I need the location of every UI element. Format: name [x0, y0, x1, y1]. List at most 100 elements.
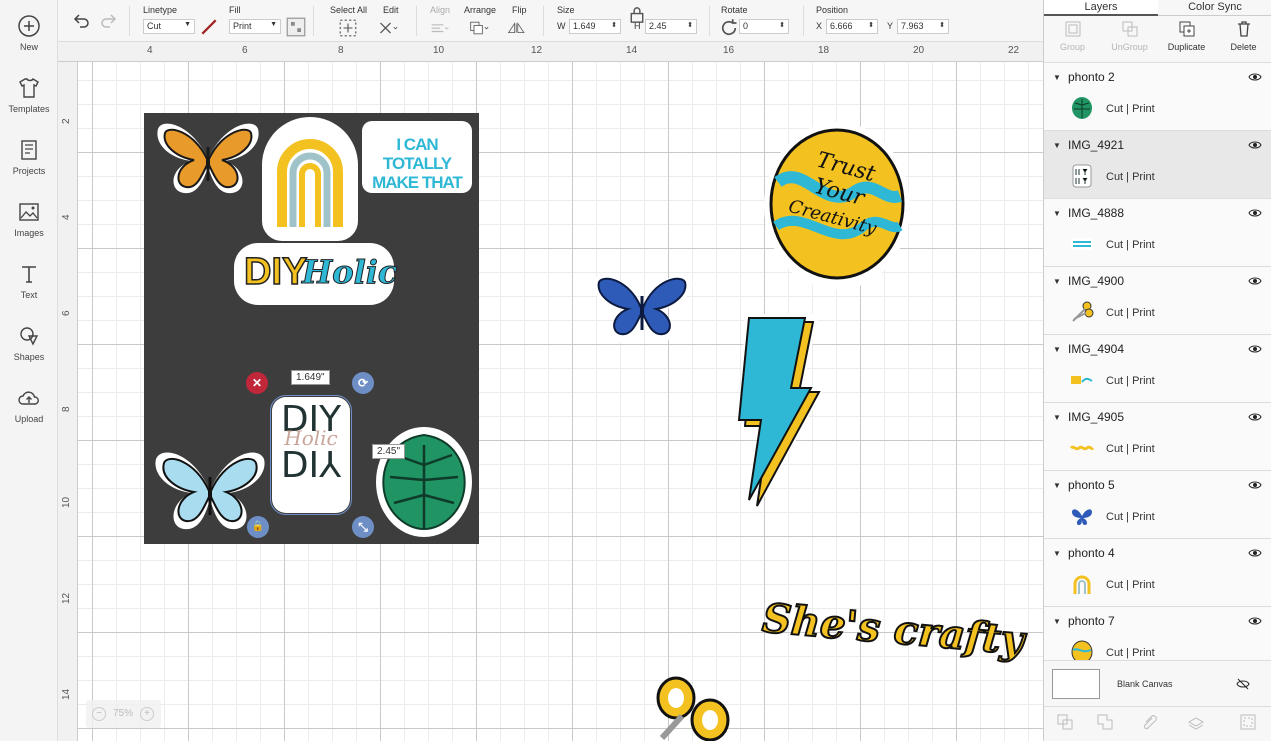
zoom-out-icon[interactable]: −	[92, 707, 106, 721]
eye-hidden-icon[interactable]	[1236, 678, 1250, 690]
linetype-select[interactable]: Cut ▼	[143, 19, 195, 34]
fill-select[interactable]: Print ▼	[229, 19, 281, 34]
scissors-sticker[interactable]	[652, 676, 732, 741]
i-can-totally-sticker[interactable]: I CAN TOTALLY MAKE THAT	[362, 121, 472, 193]
blank-canvas-row[interactable]: Blank Canvas	[1044, 660, 1271, 706]
stepper-icon[interactable]: ⬍	[868, 21, 874, 29]
trust-your-creativity-sticker[interactable]: Trust Your Creativity	[764, 122, 910, 290]
diy-holic-sticker[interactable]: DIY Holic	[234, 243, 398, 305]
upload-cloud-icon	[18, 391, 39, 405]
flatten-icon[interactable]	[1187, 713, 1205, 731]
eye-icon[interactable]	[1248, 480, 1262, 490]
layer-item[interactable]: ▼ IMG_4905 Cut | Print	[1044, 403, 1271, 471]
layer-item[interactable]: ▼ phonto 5 Cut | Print	[1044, 471, 1271, 539]
stepper-icon[interactable]: ⬍	[611, 21, 617, 29]
tab-color-sync[interactable]: Color Sync	[1158, 0, 1271, 16]
toolbar-divider	[543, 6, 544, 36]
rotate-input[interactable]: 0 ⬍	[739, 19, 789, 34]
zoom-in-icon[interactable]: +	[140, 707, 154, 721]
collapse-triangle-icon[interactable]: ▼	[1053, 549, 1061, 558]
layer-item[interactable]: ▼ IMG_4900 Cut | Print	[1044, 267, 1271, 335]
height-value: 2.45	[649, 21, 667, 31]
sidebar-text-label: Text	[20, 290, 38, 300]
align-icon[interactable]	[430, 19, 450, 39]
layer-item[interactable]: ▼ IMG_4921 Cut | Print	[1044, 131, 1271, 199]
tab-layers[interactable]: Layers	[1044, 0, 1158, 16]
stepper-icon[interactable]: ⬍	[687, 21, 693, 29]
sidebar-upload[interactable]: Upload	[0, 386, 58, 424]
chevron-down-icon: ▼	[184, 21, 191, 28]
layer-item[interactable]: ▼ IMG_4888 Cut | Print	[1044, 199, 1271, 267]
sidebar-new[interactable]: New	[0, 14, 58, 52]
rotate-label: Rotate	[721, 5, 748, 15]
y-position-input[interactable]: 7.963 ⬍	[897, 19, 949, 34]
lightning-bolt-sticker[interactable]	[733, 310, 829, 516]
layer-item[interactable]: ▼ phonto 7 Cut | Print	[1044, 607, 1271, 660]
duplicate-button[interactable]: Duplicate	[1158, 20, 1215, 52]
eye-icon[interactable]	[1248, 140, 1262, 150]
eye-icon[interactable]	[1248, 72, 1262, 82]
sidebar-shapes[interactable]: Shapes	[0, 324, 58, 362]
sidebar-text[interactable]: Text	[0, 262, 58, 300]
image-icon	[19, 203, 39, 221]
layer-item[interactable]: ▼ phonto 4 Cut | Print	[1044, 539, 1271, 607]
edit-scissors-icon[interactable]	[378, 18, 398, 38]
redo-icon[interactable]	[99, 11, 119, 31]
eye-icon[interactable]	[1248, 344, 1262, 354]
arrange-icon[interactable]	[469, 18, 489, 38]
ungroup-button[interactable]: UnGroup	[1101, 20, 1158, 52]
diy-box-sticker-selected[interactable]: DIY Holic DIY	[270, 395, 352, 515]
sidebar-images[interactable]: Images	[0, 200, 58, 238]
butterfly-thumbnail-icon	[1072, 509, 1092, 525]
stepper-icon[interactable]: ⬍	[939, 21, 945, 29]
collapse-triangle-icon[interactable]: ▼	[1053, 481, 1061, 490]
attach-icon[interactable]	[1141, 713, 1159, 731]
eye-icon[interactable]	[1248, 412, 1262, 422]
collapse-triangle-icon[interactable]: ▼	[1053, 413, 1061, 422]
linetype-color-swatch[interactable]	[199, 17, 219, 37]
eye-icon[interactable]	[1248, 208, 1262, 218]
flip-icon[interactable]	[507, 18, 527, 38]
layer-item[interactable]: ▼ IMG_4904 Cut | Print	[1044, 335, 1271, 403]
sidebar-templates[interactable]: Templates	[0, 76, 58, 114]
print-pattern-icon[interactable]	[286, 17, 306, 37]
orange-butterfly-sticker[interactable]	[152, 119, 264, 197]
width-input[interactable]: 1.649 ⬍	[569, 19, 621, 34]
plus-circle-icon	[18, 15, 40, 37]
x-position-input[interactable]: 6.666 ⬍	[826, 19, 878, 34]
sticker-sheet[interactable]: I CAN TOTALLY MAKE THAT DIY Holic DIY Ho…	[144, 113, 479, 544]
blue-butterfly-sticker[interactable]	[588, 270, 696, 348]
left-sidebar: New Templates Projects Images Text Shape…	[0, 0, 58, 741]
lock-handle[interactable]: 🔒	[247, 516, 269, 538]
undo-icon[interactable]	[71, 11, 91, 31]
group-button[interactable]: Group	[1044, 20, 1101, 52]
delete-button[interactable]: Delete	[1215, 20, 1271, 52]
layer-item[interactable]: ▼ phonto 2 Cut | Print	[1044, 63, 1271, 131]
resize-handle[interactable]: ⤡	[352, 516, 374, 538]
ruler-tick-label: 8	[338, 45, 344, 56]
blank-canvas-swatch[interactable]	[1052, 669, 1100, 699]
rotate-handle[interactable]: ⟳	[352, 372, 374, 394]
collapse-triangle-icon[interactable]: ▼	[1053, 209, 1061, 218]
stepper-icon[interactable]: ⬍	[779, 21, 785, 29]
select-all-icon[interactable]	[338, 18, 358, 38]
height-input[interactable]: 2.45 ⬍	[645, 19, 697, 34]
eye-icon[interactable]	[1248, 548, 1262, 558]
eye-icon[interactable]	[1248, 276, 1262, 286]
design-canvas[interactable]: I CAN TOTALLY MAKE THAT DIY Holic DIY Ho…	[78, 62, 1043, 741]
collapse-triangle-icon[interactable]: ▼	[1053, 277, 1061, 286]
collapse-triangle-icon[interactable]: ▼	[1053, 617, 1061, 626]
contour-icon[interactable]	[1239, 713, 1257, 731]
sidebar-projects[interactable]: Projects	[0, 138, 58, 176]
slice-icon[interactable]	[1056, 713, 1074, 731]
rainbow-sticker[interactable]	[262, 117, 358, 241]
shes-crafty-sticker[interactable]: She's crafty	[759, 594, 1026, 666]
weld-icon[interactable]	[1096, 713, 1114, 731]
delete-handle[interactable]: ✕	[246, 372, 268, 394]
monstera-leaf-sticker[interactable]	[374, 425, 474, 539]
collapse-triangle-icon[interactable]: ▼	[1053, 345, 1061, 354]
collapse-triangle-icon[interactable]: ▼	[1053, 73, 1061, 82]
eye-icon[interactable]	[1248, 616, 1262, 626]
collapse-triangle-icon[interactable]: ▼	[1053, 141, 1061, 150]
trust-circle-thumbnail-icon	[1071, 640, 1093, 660]
